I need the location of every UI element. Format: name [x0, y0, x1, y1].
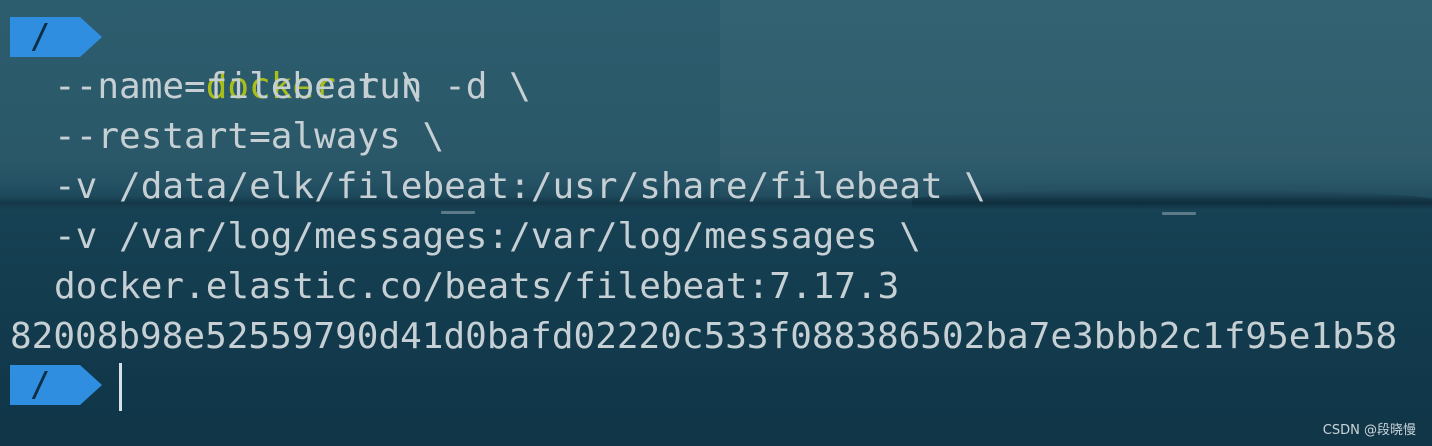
- watermark: CSDN @段晓慢: [1322, 423, 1416, 438]
- prompt-path: /: [30, 17, 51, 57]
- second-prompt-segment: /: [10, 365, 102, 405]
- prompt-segment: /: [10, 17, 102, 57]
- command-arg-line: -v /var/log/messages:/var/log/messages \: [54, 216, 921, 257]
- command-arg-line: -v /data/elk/filebeat:/usr/share/filebea…: [54, 166, 986, 207]
- command-arg-line: docker.elastic.co/beats/filebeat:7.17.3: [54, 266, 900, 307]
- prompt-path: /: [30, 365, 51, 405]
- prompt-badge: [10, 17, 102, 57]
- command-arg-line: --name=filebeat \: [54, 66, 423, 107]
- text-cursor: [119, 363, 122, 411]
- command-arg-line: --restart=always \: [54, 116, 445, 157]
- terminal-window[interactable]: / docker run -d \ --name=filebeat \ --re…: [0, 0, 1432, 446]
- command-line: docker run -d \: [119, 12, 531, 107]
- container-id-output: 82008b98e52559790d41d0bafd02220c533f0883…: [10, 316, 1398, 357]
- prompt-badge: [10, 365, 102, 405]
